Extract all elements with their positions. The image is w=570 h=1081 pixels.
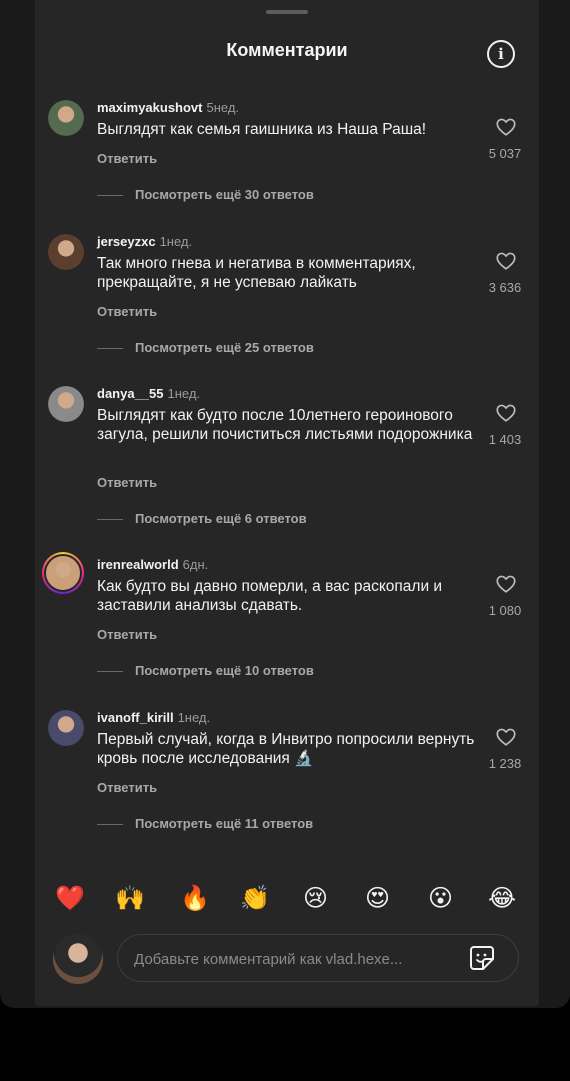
comment-text: Как будто вы давно померли, а вас раскоп… bbox=[97, 578, 443, 614]
user-avatar[interactable] bbox=[48, 100, 84, 136]
replies-line bbox=[97, 195, 123, 197]
reply-button[interactable]: Ответить bbox=[97, 627, 157, 642]
like-count: 1 403 bbox=[488, 432, 522, 447]
view-replies-label: Посмотреть ещё 25 ответов bbox=[135, 340, 314, 355]
emoji-reaction-bar: ❤️ 🙌 🔥 👏 😢 😍 😮 😂 bbox=[35, 876, 539, 920]
view-replies-label: Посмотреть ещё 10 ответов bbox=[135, 663, 314, 678]
comment-header: maximyakushovt 5нед. bbox=[97, 100, 239, 115]
current-user-avatar bbox=[53, 934, 103, 984]
comment-header: danya__55 1нед. bbox=[97, 386, 200, 401]
reply-button[interactable]: Ответить bbox=[97, 475, 157, 490]
comment-text: Первый случай, когда в Инвитро попросили… bbox=[97, 731, 475, 767]
avatar-image bbox=[44, 554, 82, 592]
user-avatar[interactable] bbox=[42, 552, 84, 594]
comment-text: Выглядят как семья гаишника из Наша Раша… bbox=[97, 121, 427, 138]
heart-icon[interactable] bbox=[495, 402, 517, 424]
emoji-button[interactable]: 👏 bbox=[240, 884, 270, 912]
comment-username[interactable]: ivanoff_kirill bbox=[97, 710, 174, 725]
comment-time: 5нед. bbox=[206, 100, 240, 115]
avatar-image bbox=[48, 386, 84, 422]
comment-username[interactable]: jerseyzxc bbox=[97, 234, 156, 249]
view-replies-button[interactable]: Посмотреть ещё 30 ответов bbox=[97, 187, 314, 202]
comment-text: Выглядят как будто после 10летнего герои… bbox=[97, 407, 473, 443]
view-replies-button[interactable]: Посмотреть ещё 10 ответов bbox=[97, 663, 314, 678]
comment-username[interactable]: maximyakushovt bbox=[97, 100, 203, 115]
comment-username[interactable]: irenrealworld bbox=[97, 557, 179, 572]
view-replies-button[interactable]: Посмотреть ещё 6 ответов bbox=[97, 511, 307, 526]
emoji-button[interactable]: 😢 bbox=[303, 884, 328, 912]
sticker-icon[interactable] bbox=[468, 944, 496, 972]
replies-line bbox=[97, 671, 123, 673]
view-replies-button[interactable]: Посмотреть ещё 11 ответов bbox=[97, 816, 313, 831]
heart-icon[interactable] bbox=[495, 726, 517, 748]
comment-input[interactable] bbox=[132, 935, 466, 983]
info-icon[interactable]: i bbox=[487, 40, 515, 68]
emoji-button[interactable]: 🙌 bbox=[115, 884, 145, 912]
comment-text: Так много гнева и негатива в комментария… bbox=[97, 255, 416, 291]
drag-handle[interactable] bbox=[266, 10, 308, 14]
user-avatar[interactable] bbox=[48, 386, 84, 422]
comment-header: jerseyzxc 1нед. bbox=[97, 234, 192, 249]
like-count: 1 238 bbox=[488, 756, 522, 771]
comment-time: 1нед. bbox=[159, 234, 193, 249]
comment-input-container bbox=[117, 934, 519, 983]
comment-time: 1нед. bbox=[177, 710, 211, 725]
heart-icon[interactable] bbox=[495, 573, 517, 595]
view-replies-button[interactable]: Посмотреть ещё 25 ответов bbox=[97, 340, 314, 355]
comment-username[interactable]: danya__55 bbox=[97, 386, 164, 401]
comment-header: irenrealworld 6дн. bbox=[97, 557, 208, 572]
heart-icon[interactable] bbox=[495, 116, 517, 138]
like-count: 5 037 bbox=[488, 146, 522, 161]
emoji-button[interactable]: 😮 bbox=[428, 884, 453, 912]
comments-sheet: Комментарии i maximyakushovt 5нед. Выгляд… bbox=[35, 0, 539, 1006]
avatar-image bbox=[48, 710, 84, 746]
like-count: 3 636 bbox=[488, 280, 522, 295]
comment-header: ivanoff_kirill 1нед. bbox=[97, 710, 210, 725]
reply-button[interactable]: Ответить bbox=[97, 304, 157, 319]
view-replies-label: Посмотреть ещё 6 ответов bbox=[135, 511, 307, 526]
reply-button[interactable]: Ответить bbox=[97, 780, 157, 795]
view-replies-label: Посмотреть ещё 30 ответов bbox=[135, 187, 314, 202]
emoji-button[interactable]: 😍 bbox=[365, 884, 390, 912]
emoji-button[interactable]: ❤️ bbox=[55, 884, 85, 912]
replies-line bbox=[97, 348, 123, 350]
emoji-button[interactable]: 🔥 bbox=[180, 884, 210, 912]
avatar-image bbox=[48, 100, 84, 136]
user-avatar[interactable] bbox=[48, 234, 84, 270]
replies-line bbox=[97, 519, 123, 521]
emoji-button[interactable]: 😂 bbox=[488, 884, 516, 912]
reply-button[interactable]: Ответить bbox=[97, 151, 157, 166]
like-count: 1 080 bbox=[488, 603, 522, 618]
comment-time: 1нед. bbox=[167, 386, 201, 401]
user-avatar[interactable] bbox=[48, 710, 84, 746]
comment-time: 6дн. bbox=[182, 557, 209, 572]
view-replies-label: Посмотреть ещё 11 ответов bbox=[135, 816, 314, 831]
sheet-title: Комментарии bbox=[226, 40, 348, 60]
avatar-image bbox=[48, 234, 84, 270]
replies-line bbox=[97, 824, 123, 826]
heart-icon[interactable] bbox=[495, 250, 517, 272]
